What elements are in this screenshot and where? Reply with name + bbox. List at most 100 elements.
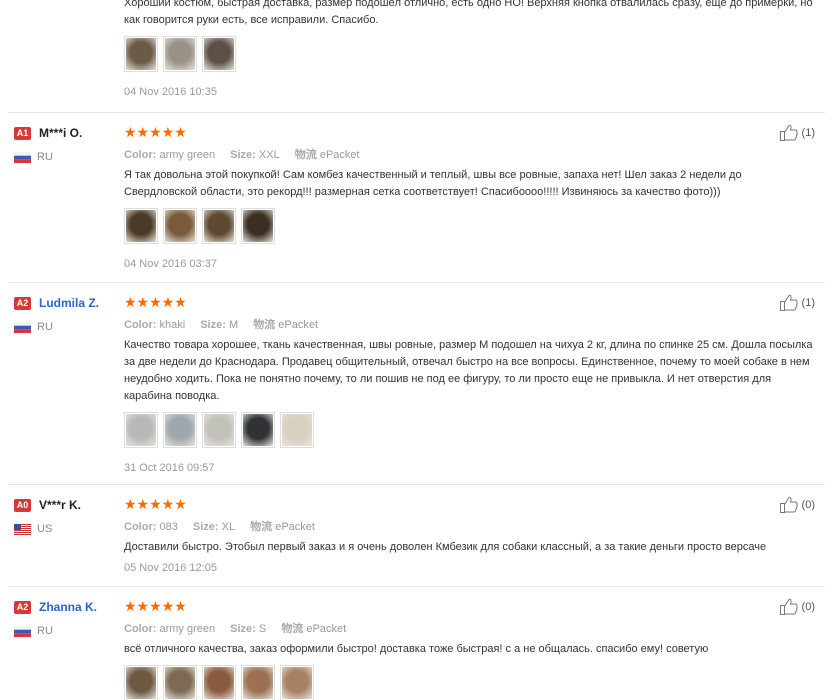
thumbs-up-icon[interactable]	[779, 293, 799, 313]
review-photo-thumbnail[interactable]	[202, 208, 236, 244]
color-label: Color:	[124, 319, 157, 331]
review-photo-thumbnail[interactable]	[163, 665, 197, 700]
feedback-item: A0 V***r K. US ★★★★★ Color: 083 Size: XL…	[0, 485, 835, 587]
helpful-vote[interactable]: (0)	[779, 495, 815, 515]
review-date: 31 Oct 2016 09:57	[124, 462, 215, 474]
feedback-item: A1 M***i O. RU ★★★★★ Color: army green S…	[0, 113, 835, 283]
buyer-name[interactable]: Ludmila Z.	[39, 296, 99, 310]
review-photo-thumbnail[interactable]	[280, 412, 314, 448]
helpful-count: (1)	[801, 297, 815, 309]
review-date: 04 Nov 2016 10:35	[124, 86, 217, 98]
review-photo-thumbnail[interactable]	[124, 665, 158, 700]
review-photos	[124, 208, 804, 244]
review-photo-thumbnail[interactable]	[163, 36, 197, 72]
shipping-value: ePacket	[306, 623, 347, 635]
order-attributes: Color: army green Size: S 物流 ePacket	[124, 620, 804, 635]
color-label: Color:	[124, 623, 157, 635]
helpful-vote[interactable]: (1)	[779, 123, 815, 143]
buyer-info: A2 Zhanna K. RU	[14, 599, 124, 637]
review-text: Я так довольна этой покупкой! Сам комбез…	[124, 169, 742, 198]
size-label: Size:	[230, 149, 256, 161]
order-attributes: Color: army green Size: XXL 物流 ePacket	[124, 146, 804, 161]
star-rating: ★★★★★	[124, 598, 187, 614]
thumbs-up-icon[interactable]	[779, 123, 799, 143]
size-value: XXL	[258, 149, 280, 161]
shipping-label: 物流	[294, 149, 317, 161]
star-rating: ★★★★★	[124, 124, 187, 140]
review-photo-thumbnail[interactable]	[241, 665, 275, 700]
buyer-level-badge: A1	[14, 126, 31, 140]
helpful-vote[interactable]: (0)	[779, 597, 815, 617]
review-photos	[124, 412, 804, 448]
color-value: army green	[159, 149, 216, 161]
color-value: 083	[159, 521, 178, 533]
buyer-name[interactable]: M***i O.	[39, 126, 82, 140]
color-value: khaki	[159, 319, 186, 331]
color-label: Color:	[124, 149, 157, 161]
review-photo-thumbnail[interactable]	[202, 36, 236, 72]
shipping-value: ePacket	[275, 521, 315, 533]
buyer-country: RU	[37, 151, 53, 163]
shipping-label: 物流	[281, 623, 304, 635]
review-date: 04 Nov 2016 03:37	[124, 258, 217, 270]
thumbs-up-icon[interactable]	[779, 495, 799, 515]
buyer-name[interactable]: Zhanna K.	[39, 600, 97, 614]
size-value: M	[228, 319, 239, 331]
star-rating: ★★★★★	[124, 294, 187, 310]
order-attributes: Color: khaki Size: M 物流 ePacket	[124, 316, 804, 331]
shipping-label: 物流	[253, 319, 276, 331]
helpful-count: (0)	[801, 499, 815, 511]
buyer-name[interactable]: V***r K.	[39, 498, 81, 512]
country-flag-icon	[14, 625, 31, 637]
review-photo-thumbnail[interactable]	[280, 665, 314, 700]
review-photo-thumbnail[interactable]	[163, 412, 197, 448]
buyer-info: A2 Ludmila Z. RU	[14, 295, 124, 333]
color-value: army green	[159, 623, 216, 635]
shipping-label: 物流	[250, 521, 273, 533]
review-photo-thumbnail[interactable]	[124, 412, 158, 448]
buyer-country: RU	[37, 625, 53, 637]
buyer-level-badge: A2	[14, 296, 31, 310]
review-text: Хороший костюм, быстрая доставка, размер…	[124, 0, 813, 26]
review-text: всё отличного качества, заказ оформили б…	[124, 643, 709, 655]
order-attributes: Color: 083 Size: XL 物流 ePacket	[124, 518, 804, 533]
size-value: XL	[221, 521, 236, 533]
review-text: Доставили быстро. Этобыл первый заказ и …	[124, 541, 767, 553]
country-flag-icon	[14, 523, 31, 535]
review-photo-thumbnail[interactable]	[241, 208, 275, 244]
size-value: S	[258, 623, 267, 635]
buyer-info: A1 M***i O. RU	[14, 125, 124, 163]
review-photo-thumbnail[interactable]	[124, 36, 158, 72]
buyer-country: RU	[37, 321, 53, 333]
size-label: Size:	[192, 521, 219, 533]
buyer-info: A0 V***r K. US	[14, 497, 124, 535]
buyer-level-badge: A0	[14, 498, 31, 512]
thumbs-up-icon[interactable]	[779, 597, 799, 617]
country-flag-icon	[14, 321, 31, 333]
star-rating: ★★★★★	[124, 496, 187, 512]
shipping-value: ePacket	[319, 149, 360, 161]
review-text: Качество товара хорошее, ткань качествен…	[124, 339, 813, 402]
size-label: Size:	[230, 623, 256, 635]
review-photo-thumbnail[interactable]	[202, 412, 236, 448]
helpful-vote[interactable]: (1)	[779, 293, 815, 313]
country-flag-icon	[14, 151, 31, 163]
size-label: Size:	[200, 319, 226, 331]
feedback-item-partial: Хороший костюм, быстрая доставка, размер…	[0, 0, 835, 113]
review-photo-thumbnail[interactable]	[202, 665, 236, 700]
review-content: ★★★★★ Color: khaki Size: M 物流 ePacket Ка…	[124, 294, 813, 474]
review-content: ★★★★★ Color: army green Size: S 物流 ePack…	[124, 599, 804, 700]
review-photo-thumbnail[interactable]	[163, 208, 197, 244]
review-photos	[124, 665, 804, 700]
feedback-page: Хороший костюм, быстрая доставка, размер…	[0, 0, 835, 700]
review-date: 05 Nov 2016 12:05	[124, 562, 217, 574]
helpful-count: (1)	[801, 127, 815, 139]
review-photos	[124, 36, 804, 72]
feedback-item: A2 Ludmila Z. RU ★★★★★ Color: khaki Size…	[0, 283, 835, 485]
feedback-item: A2 Zhanna K. RU ★★★★★ Color: army green …	[0, 587, 835, 700]
review-content: ★★★★★ Color: 083 Size: XL 物流 ePacket Дос…	[124, 496, 804, 575]
buyer-country: US	[37, 523, 53, 535]
review-photo-thumbnail[interactable]	[124, 208, 158, 244]
review-photo-thumbnail[interactable]	[241, 412, 275, 448]
review-content: ★★★★★ Color: army green Size: XXL 物流 ePa…	[124, 125, 804, 270]
